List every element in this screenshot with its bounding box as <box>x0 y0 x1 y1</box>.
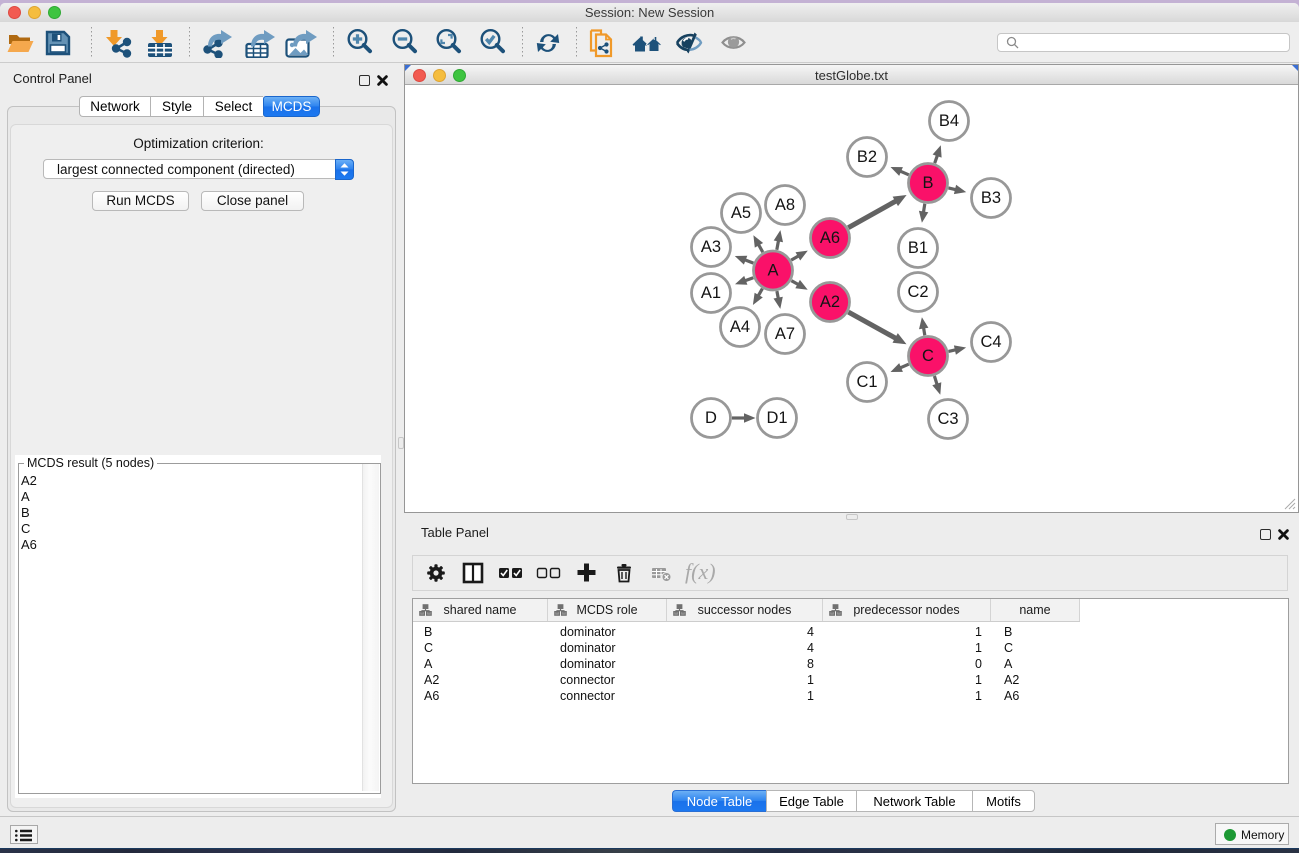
svg-text:B4: B4 <box>939 112 959 130</box>
svg-text:A: A <box>767 262 778 280</box>
svg-text:D: D <box>705 409 717 427</box>
svg-text:A1: A1 <box>701 284 721 302</box>
svg-text:A5: A5 <box>731 204 751 222</box>
svg-text:A4: A4 <box>730 318 750 336</box>
svg-text:D1: D1 <box>766 409 787 427</box>
svg-text:A8: A8 <box>775 196 795 214</box>
svg-text:B3: B3 <box>981 189 1001 207</box>
svg-text:C4: C4 <box>980 333 1001 351</box>
svg-text:A2: A2 <box>820 293 840 311</box>
svg-text:B2: B2 <box>857 148 877 166</box>
svg-text:C2: C2 <box>907 283 928 301</box>
svg-text:C1: C1 <box>856 373 877 391</box>
svg-text:B: B <box>922 174 933 192</box>
svg-text:A6: A6 <box>820 229 840 247</box>
svg-text:C3: C3 <box>937 410 958 428</box>
svg-text:A7: A7 <box>775 325 795 343</box>
svg-text:C: C <box>922 347 934 365</box>
svg-text:B1: B1 <box>908 239 928 257</box>
svg-text:A3: A3 <box>701 238 721 256</box>
